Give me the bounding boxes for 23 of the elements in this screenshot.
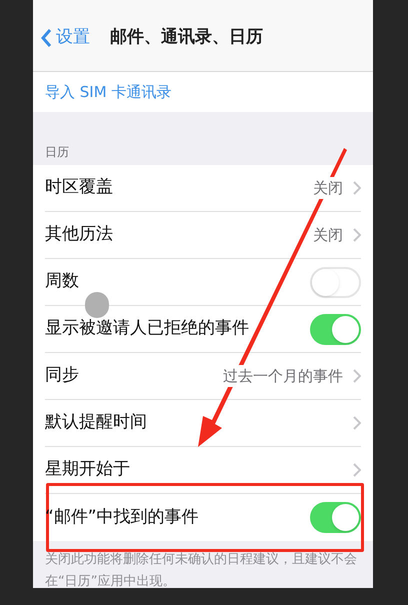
navigation-title: 邮件、通讯录、日历	[110, 26, 263, 49]
row-label: 默认提醒时间	[45, 411, 148, 434]
footer-note: 关闭此功能将删除任何未确认的日程建议，且建议不会在“日历”应用中出现。	[45, 551, 358, 588]
back-button[interactable]: 设置	[41, 24, 90, 50]
row-label: 显示被邀请人已拒绝的事件	[45, 317, 250, 340]
section-header: 日历	[45, 144, 69, 161]
chevron-icon[interactable]	[353, 181, 361, 195]
row-value: 关闭	[311, 176, 345, 200]
chevron-icon[interactable]	[353, 416, 361, 430]
row-label: 周数	[45, 270, 80, 294]
row-label: 同步	[45, 364, 80, 388]
chevron-icon[interactable]	[353, 463, 361, 477]
toggle-switch[interactable]	[310, 314, 361, 344]
chevron-icon[interactable]	[353, 369, 361, 383]
row-label: 星期开始于	[45, 458, 131, 482]
back-chevron-icon	[41, 28, 52, 48]
row-label: 时区覆盖	[45, 176, 114, 200]
row-label: “邮件”中找到的事件	[45, 506, 200, 529]
row-label: 其他历法	[45, 223, 114, 246]
toggle-switch[interactable]	[310, 266, 361, 298]
toggle-switch[interactable]	[310, 502, 361, 533]
row-value: 过去一个月的事件	[221, 364, 345, 388]
chevron-icon[interactable]	[353, 228, 361, 242]
